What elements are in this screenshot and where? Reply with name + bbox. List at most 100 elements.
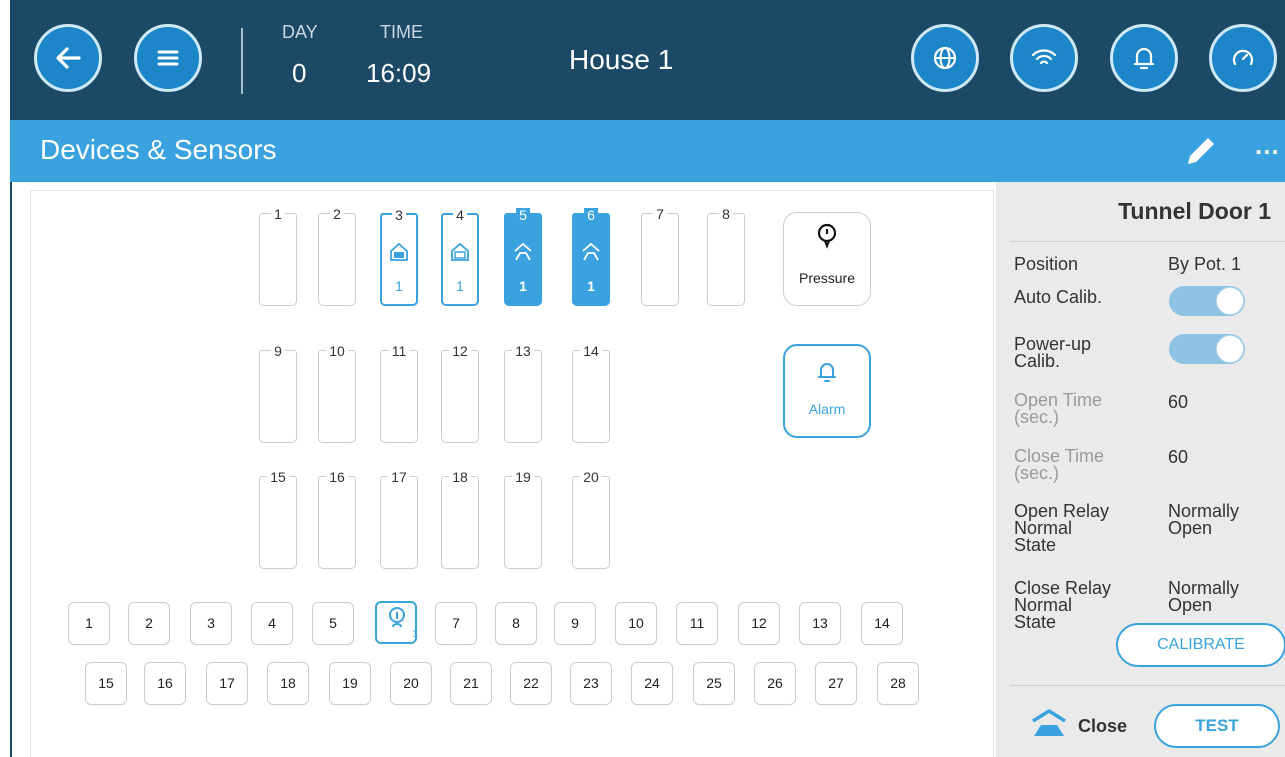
- analog-input-2[interactable]: 2: [128, 602, 170, 645]
- gauge-button[interactable]: [1209, 24, 1277, 92]
- analog-input-22[interactable]: 22: [510, 662, 552, 705]
- device-settings-panel: Tunnel Door 1 Position By Pot. 1 Auto Ca…: [996, 182, 1285, 757]
- relay-6[interactable]: 6 1: [572, 208, 610, 306]
- analog-input-11[interactable]: 11: [676, 602, 718, 645]
- analog-input-7[interactable]: 7: [435, 602, 477, 645]
- analog-input-number: 12: [751, 615, 767, 631]
- relay-14[interactable]: 14: [572, 344, 610, 443]
- relay-9[interactable]: 9: [259, 344, 297, 443]
- relay-number: 3: [392, 208, 406, 222]
- powerup-calib-toggle[interactable]: [1169, 334, 1245, 364]
- relay-19[interactable]: 19: [504, 470, 542, 569]
- pressure-sensor-card[interactable]: Pressure: [783, 212, 871, 306]
- pressure-gauge-icon: [817, 223, 837, 249]
- relay-16[interactable]: 16: [318, 470, 356, 569]
- analog-input-15[interactable]: 15: [85, 662, 127, 705]
- analog-input-number: 18: [280, 675, 296, 691]
- auto-calib-toggle[interactable]: [1169, 286, 1245, 316]
- analog-input-3[interactable]: 3: [190, 602, 232, 645]
- relay-17[interactable]: 17: [380, 470, 418, 569]
- analog-input-number: 21: [463, 675, 479, 691]
- test-button[interactable]: TEST: [1154, 704, 1280, 748]
- relay-5[interactable]: 5 1: [504, 208, 542, 306]
- close-relay-label-3: State: [1014, 612, 1057, 632]
- relay-15[interactable]: 15: [259, 470, 297, 569]
- wifi-button[interactable]: [1010, 24, 1078, 92]
- analog-input-14[interactable]: 14: [861, 602, 903, 645]
- analog-input-16[interactable]: 16: [144, 662, 186, 705]
- relay-number: 16: [326, 470, 348, 484]
- relay-1[interactable]: 1: [259, 207, 297, 306]
- calibrate-button[interactable]: CALIBRATE: [1116, 623, 1285, 667]
- close-time-label-2: (sec.): [1014, 463, 1059, 483]
- analog-input-number: 25: [706, 675, 722, 691]
- analog-input-number: 27: [828, 675, 844, 691]
- time-value: 16:09: [366, 58, 432, 88]
- analog-input-19[interactable]: 19: [329, 662, 371, 705]
- relay-2[interactable]: 2: [318, 207, 356, 306]
- analog-input-23[interactable]: 23: [570, 662, 612, 705]
- relay-4[interactable]: 4 1: [441, 208, 479, 306]
- open-relay-value-2[interactable]: Open: [1168, 519, 1212, 537]
- analog-input-18[interactable]: 18: [267, 662, 309, 705]
- relay-20[interactable]: 20: [572, 470, 610, 569]
- relay-10[interactable]: 10: [318, 344, 356, 443]
- analog-input-5[interactable]: 5: [312, 602, 354, 645]
- analog-input-28[interactable]: 28: [877, 662, 919, 705]
- relay-number: 6: [584, 208, 598, 222]
- analog-input-sub: 1: [412, 629, 418, 640]
- sub-header: Devices & Sensors ...: [10, 120, 1285, 182]
- close-time-value[interactable]: 60: [1168, 448, 1188, 466]
- analog-input-6[interactable]: 1: [375, 601, 418, 644]
- analog-input-10[interactable]: 10: [615, 602, 657, 645]
- analog-input-number: 26: [767, 675, 783, 691]
- analog-input-20[interactable]: 20: [390, 662, 432, 705]
- position-label: Position: [1014, 254, 1079, 274]
- powerup-calib-label-2: Calib.: [1014, 351, 1061, 371]
- relay-3[interactable]: 3 1: [380, 208, 418, 306]
- alarm-sensor-card[interactable]: Alarm: [783, 344, 871, 438]
- analog-input-25[interactable]: 25: [693, 662, 735, 705]
- analog-input-number: 10: [628, 615, 644, 631]
- analog-input-13[interactable]: 13: [799, 602, 841, 645]
- analog-input-4[interactable]: 4: [251, 602, 293, 645]
- back-button[interactable]: [34, 24, 102, 92]
- close-relay-value-2[interactable]: Open: [1168, 596, 1212, 614]
- analog-input-24[interactable]: 24: [631, 662, 673, 705]
- relay-number: 12: [449, 344, 471, 358]
- analog-input-9[interactable]: 9: [554, 602, 596, 645]
- relay-7[interactable]: 7: [641, 207, 679, 306]
- pressure-label: Pressure: [798, 270, 856, 286]
- relay-18[interactable]: 18: [441, 470, 479, 569]
- relay-sub: 1: [587, 278, 595, 294]
- analog-input-1[interactable]: 1: [68, 602, 110, 645]
- relay-sub: 1: [456, 278, 464, 294]
- analog-input-17[interactable]: 17: [206, 662, 248, 705]
- house-title: House 1: [569, 44, 674, 75]
- menu-button[interactable]: [134, 24, 202, 92]
- relay-8[interactable]: 8: [707, 207, 745, 306]
- analog-input-number: 5: [329, 615, 337, 631]
- more-button[interactable]: ...: [1255, 130, 1280, 161]
- notifications-button[interactable]: [1110, 24, 1178, 92]
- menu-icon: [157, 50, 179, 66]
- position-value[interactable]: By Pot. 1: [1168, 255, 1241, 273]
- open-time-value[interactable]: 60: [1168, 393, 1188, 411]
- top-bar: DAY 0 TIME 16:09 House 1: [10, 0, 1285, 120]
- alarm-label: Alarm: [808, 401, 846, 417]
- analog-input-8[interactable]: 8: [495, 602, 537, 645]
- analog-input-26[interactable]: 26: [754, 662, 796, 705]
- analog-input-27[interactable]: 27: [815, 662, 857, 705]
- relay-11[interactable]: 11: [380, 344, 418, 443]
- bell-icon: [1133, 47, 1155, 70]
- open-time-label-2: (sec.): [1014, 407, 1059, 427]
- relay-number: 9: [271, 344, 285, 358]
- analog-input-12[interactable]: 12: [738, 602, 780, 645]
- relay-13[interactable]: 13: [504, 344, 542, 443]
- relay-12[interactable]: 12: [441, 344, 479, 443]
- edit-button[interactable]: [1182, 132, 1220, 175]
- analog-input-number: 11: [689, 615, 705, 631]
- analog-input-21[interactable]: 21: [450, 662, 492, 705]
- relay-number: 20: [580, 470, 602, 484]
- globe-button[interactable]: [911, 24, 979, 92]
